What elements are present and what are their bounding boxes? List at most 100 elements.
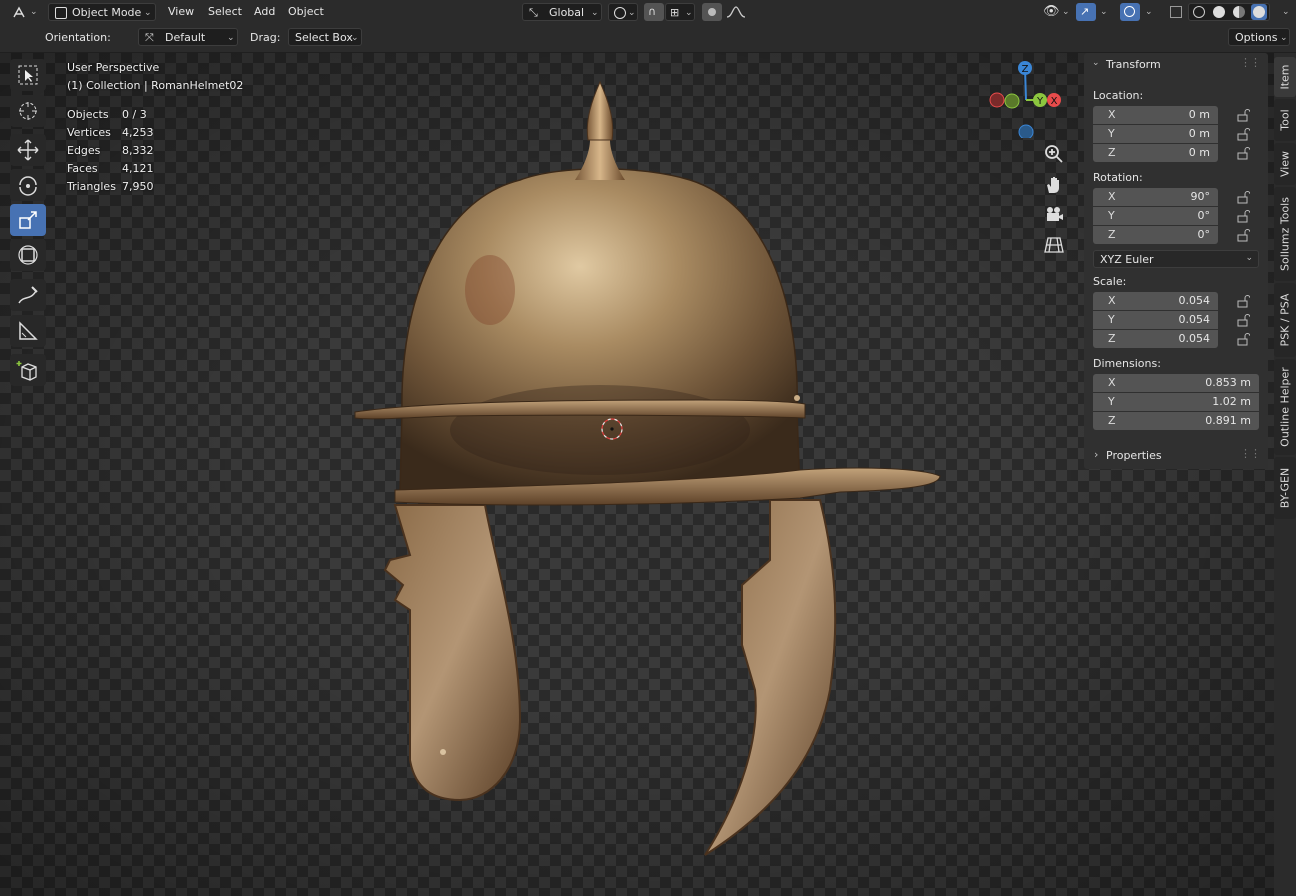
gizmo-toggle[interactable]: ↗ — [1076, 3, 1096, 21]
lock-icon[interactable] — [1236, 294, 1250, 308]
menu-select[interactable]: Select — [208, 3, 242, 21]
measure-tool[interactable] — [10, 315, 46, 347]
annotate-tool[interactable] — [10, 279, 46, 311]
tab-label: Sollumz Tools — [1278, 197, 1292, 271]
dimensions-x-field[interactable]: X 0.853 m — [1093, 374, 1259, 392]
cursor-tool[interactable] — [10, 95, 46, 127]
snap-target-selector[interactable]: ⊞ ⌄ — [665, 3, 695, 21]
menu-view[interactable]: View — [168, 3, 194, 21]
overlays-toggle[interactable] — [1120, 3, 1140, 21]
scale-y-field[interactable]: Y 0.054 — [1093, 311, 1218, 329]
scale-tool[interactable] — [10, 204, 46, 236]
location-x-field[interactable]: X 0 m — [1093, 106, 1218, 124]
navigation-gizmo[interactable]: Z Y X — [988, 58, 1068, 138]
transform-tool[interactable] — [10, 239, 46, 271]
chevron-down-icon[interactable]: ⌄ — [1282, 3, 1290, 21]
menu-object[interactable]: Object — [288, 3, 324, 21]
chevron-down-icon: ⌄ — [1092, 58, 1100, 68]
rotation-mode-dropdown[interactable]: XYZ Euler ⌄ — [1093, 250, 1259, 268]
field-value: 0° — [1197, 228, 1211, 241]
chevron-down-icon[interactable]: ⌄ — [1100, 3, 1108, 21]
orientation-value: Default — [165, 31, 206, 44]
lock-icon[interactable] — [1236, 108, 1250, 122]
scale-x-field[interactable]: X 0.054 — [1093, 292, 1218, 310]
drag-dropdown[interactable]: Select Box ⌄ — [288, 28, 362, 46]
tab-item[interactable]: Item — [1274, 57, 1296, 97]
drag-handle-icon[interactable]: ⋮⋮ — [1240, 447, 1261, 460]
rotation-z-field[interactable]: Z 0° — [1093, 226, 1218, 244]
zoom-button[interactable] — [1042, 142, 1066, 166]
lock-icon[interactable] — [1236, 127, 1250, 141]
solid-shading-icon[interactable] — [1213, 6, 1225, 18]
visibility-selector[interactable]: 👁 ⌄ — [1040, 3, 1072, 21]
gizmo-y-label: Y — [1036, 96, 1044, 107]
tab-psk-psa[interactable]: PSK / PSA — [1274, 283, 1296, 357]
stat-label: Vertices — [67, 126, 111, 139]
move-tool[interactable] — [10, 134, 46, 166]
sidebar-tabs: Item Tool View Sollumz Tools PSK / PSA O… — [1274, 53, 1296, 896]
tab-outline-helper[interactable]: Outline Helper — [1274, 359, 1296, 455]
location-z-field[interactable]: Z 0 m — [1093, 144, 1218, 162]
wireframe-shading-icon[interactable] — [1193, 6, 1205, 18]
rendered-shading-icon[interactable] — [1251, 4, 1267, 20]
hand-icon — [1047, 177, 1059, 193]
gizmo-x-label: X — [1051, 96, 1058, 107]
chevron-down-icon: ⌄ — [591, 8, 599, 18]
transform-orientation-selector[interactable]: ⤡ Global ⌄ — [522, 3, 602, 21]
stats-row: Faces 4,121 — [67, 160, 243, 178]
axis-label: Y — [1108, 209, 1115, 222]
chevron-down-icon[interactable]: ⌄ — [1145, 3, 1153, 21]
sidebar-transform-panel: ⌄ Transform ⋮⋮ Location: X0 m Y0 m Z0 m … — [1084, 53, 1268, 469]
orientation-dropdown[interactable]: ⤧ Default ⌄ — [138, 28, 238, 46]
rotate-tool[interactable] — [10, 169, 46, 201]
mode-selector[interactable]: Object Mode ⌄ — [48, 3, 156, 21]
axis-label: Y — [1108, 313, 1115, 326]
editor-type-button[interactable]: ⌄ — [8, 3, 42, 21]
snap-toggle[interactable]: ∩ — [644, 3, 664, 21]
dimensions-z-field[interactable]: Z 0.891 m — [1093, 412, 1259, 430]
lock-icon[interactable] — [1236, 146, 1250, 160]
object-mode-icon — [55, 7, 67, 19]
proportional-edit-toggle[interactable] — [702, 3, 722, 21]
rotation-x-field[interactable]: X 90° — [1093, 188, 1218, 206]
rotation-y-field[interactable]: Y 0° — [1093, 207, 1218, 225]
tab-sollumz-tools[interactable]: Sollumz Tools — [1274, 187, 1296, 281]
dimensions-y-field[interactable]: Y 1.02 m — [1093, 393, 1259, 411]
field-value: 0 m — [1188, 127, 1210, 140]
camera-view-button[interactable] — [1042, 203, 1066, 227]
menu-add[interactable]: Add — [254, 3, 275, 21]
options-dropdown[interactable]: Options ⌄ — [1228, 28, 1290, 46]
shading-mode-group — [1188, 3, 1270, 21]
field-value: 1.02 m — [1212, 395, 1251, 408]
material-shading-icon[interactable] — [1233, 6, 1245, 18]
tab-by-gen[interactable]: BY-GEN — [1274, 457, 1296, 519]
transform-panel-header[interactable]: ⌄ Transform ⋮⋮ — [1084, 53, 1268, 75]
lock-icon[interactable] — [1236, 332, 1250, 346]
select-box-tool[interactable] — [10, 59, 46, 91]
drag-handle-icon[interactable]: ⋮⋮ — [1240, 56, 1261, 69]
pivot-point-selector[interactable]: ⌄ — [608, 3, 638, 21]
add-cube-tool[interactable] — [10, 354, 46, 386]
lock-icon[interactable] — [1236, 209, 1250, 223]
xray-toggle[interactable] — [1166, 3, 1184, 21]
stats-row: Vertices 4,253 — [67, 124, 243, 142]
tab-tool[interactable]: Tool — [1274, 99, 1296, 141]
collection-label: (1) Collection | RomanHelmet02 — [67, 79, 244, 92]
pan-button[interactable] — [1042, 173, 1066, 197]
field-value: 0 m — [1188, 146, 1210, 159]
options-label: Options — [1235, 31, 1278, 44]
overlays-icon — [1124, 6, 1135, 17]
location-y-field[interactable]: Y 0 m — [1093, 125, 1218, 143]
falloff-selector[interactable] — [724, 3, 748, 21]
lock-icon[interactable] — [1236, 313, 1250, 327]
properties-panel-header[interactable]: › Properties ⋮⋮ — [1084, 443, 1268, 469]
orientation-label: Orientation: — [45, 31, 111, 44]
scale-z-field[interactable]: Z 0.054 — [1093, 330, 1218, 348]
scale-label: Scale: — [1093, 275, 1127, 288]
tab-label: PSK / PSA — [1278, 293, 1292, 347]
lock-icon[interactable] — [1236, 190, 1250, 204]
lock-icon[interactable] — [1236, 228, 1250, 242]
tab-view[interactable]: View — [1274, 143, 1296, 185]
measure-icon — [19, 321, 38, 340]
orthographic-toggle[interactable] — [1042, 233, 1066, 257]
